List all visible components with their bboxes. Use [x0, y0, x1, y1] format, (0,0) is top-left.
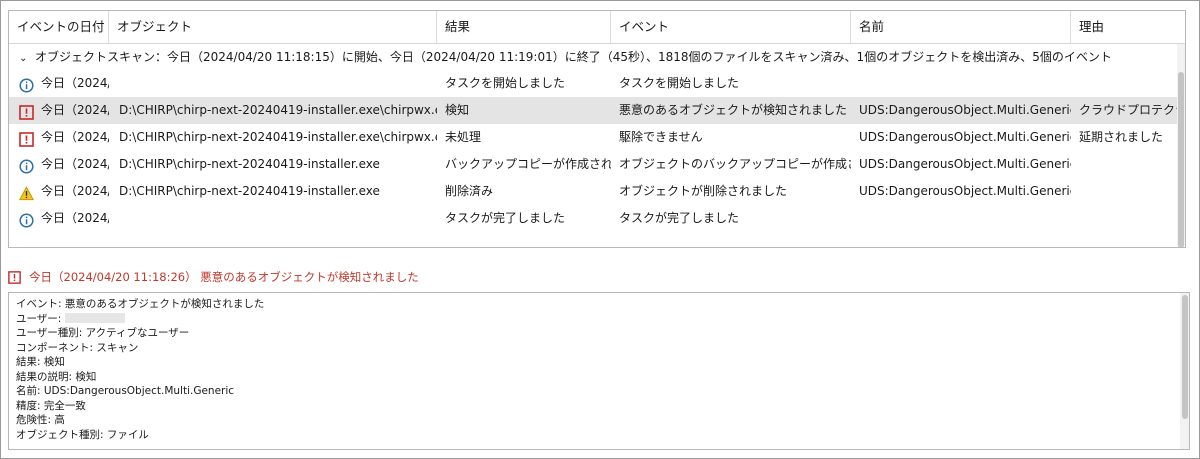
- alert-icon: [19, 130, 34, 147]
- grid-scrollbar-thumb[interactable]: [1178, 72, 1184, 247]
- cell-reason: [1079, 205, 1181, 232]
- cell-object: [119, 205, 437, 232]
- warning-icon: [18, 184, 35, 201]
- column-header-reason[interactable]: 理由: [1071, 11, 1185, 43]
- cell-event: 駆除できません: [619, 130, 703, 144]
- table-row[interactable]: 今日（2024/タスクを開始しました タスクを開始しました: [9, 70, 1181, 97]
- table-row[interactable]: 今日（2024/タスクが完了しました タスクが完了しました: [9, 205, 1181, 232]
- detail-scrollbar[interactable]: [1180, 293, 1189, 449]
- cell-object: D:\CHIRP\chirp-next-20240419-installer.e…: [119, 184, 380, 198]
- cell-reason: [1079, 151, 1181, 178]
- event-grid: イベントの日付🠕 オブジェクト 結果 イベント 名前 理由 ⌄オブジェクトスキャ…: [8, 10, 1186, 248]
- detail-line: 精度: 完全一致: [16, 399, 86, 412]
- detail-line: イベント: 悪意のあるオブジェクトが検知されました: [16, 298, 265, 310]
- cell-name: UDS:DangerousObject.Multi.Generic: [859, 184, 1071, 198]
- cell-result: 未処理: [445, 130, 482, 144]
- cell-event: 悪意のあるオブジェクトが検知されました: [619, 103, 848, 117]
- detail-line: ユーザー種別: アクティブなユーザー: [16, 327, 190, 339]
- detail-line: 結果: 検知: [16, 356, 65, 368]
- cell-name: UDS:DangerousObject.Multi.Generic: [859, 157, 1071, 171]
- detail-line: 危険性: 高: [16, 414, 65, 426]
- info-icon: [19, 76, 34, 93]
- cell-object: D:\CHIRP\chirp-next-20240419-installer.e…: [119, 157, 380, 171]
- table-row[interactable]: 今日（2024/D:\CHIRP\chirp-next-20240419-ins…: [9, 178, 1181, 205]
- grid-header: イベントの日付🠕 オブジェクト 結果 イベント 名前 理由: [9, 11, 1185, 44]
- cell-date: 今日（2024/: [41, 103, 109, 117]
- cell-event: オブジェクトのバックアップコピーが作成されました: [619, 157, 851, 171]
- cell-result: 検知: [445, 103, 470, 117]
- cell-date: 今日（2024/: [41, 157, 109, 171]
- cell-name: [859, 205, 1071, 232]
- event-detail-panel: イベント: 悪意のあるオブジェクトが検知されました ユーザー: ユーザー種別: アク…: [8, 292, 1190, 450]
- column-header-object[interactable]: オブジェクト: [109, 11, 437, 43]
- cell-result: バックアップコピーが作成されました: [445, 157, 611, 171]
- cell-reason: [1079, 70, 1181, 97]
- redacted-username: [65, 312, 126, 323]
- cell-date: 今日（2024/: [41, 184, 109, 198]
- cell-object: D:\CHIRP\chirp-next-20240419-installer.e…: [119, 103, 437, 117]
- grid-scrollbar[interactable]: [1177, 44, 1185, 247]
- cell-result: タスクを開始しました: [445, 76, 566, 90]
- column-header-result[interactable]: 結果: [437, 11, 611, 43]
- detail-line: 名前: UDS:DangerousObject.Multi.Generic: [16, 385, 235, 397]
- info-icon: [19, 157, 34, 174]
- cell-date: 今日（2024/: [41, 76, 109, 90]
- cell-object: [119, 70, 437, 97]
- detail-title: 今日（2024/04/20 11:18:26） 悪意のあるオブジェクトが検知され…: [8, 268, 419, 286]
- cell-date: 今日（2024/: [41, 211, 109, 225]
- cell-name: [859, 70, 1071, 97]
- cell-reason: クラウドプロテクション: [1079, 103, 1181, 117]
- detail-line: オブジェクト種別: ファイル: [16, 428, 149, 441]
- column-header-event[interactable]: イベント: [611, 11, 851, 43]
- detail-line: コンポーネント: スキャン: [16, 341, 139, 354]
- cell-event: タスクが完了しました: [619, 211, 740, 225]
- detail-line: 結果の説明: 検知: [16, 370, 97, 383]
- table-row[interactable]: 今日（2024/D:\CHIRP\chirp-next-20240419-ins…: [9, 124, 1181, 151]
- detail-scrollbar-thumb[interactable]: [1182, 295, 1188, 419]
- table-row[interactable]: 今日（2024/D:\CHIRP\chirp-next-20240419-ins…: [9, 151, 1181, 178]
- detail-line: ユーザー:: [16, 312, 126, 327]
- cell-event: タスクを開始しました: [619, 76, 740, 90]
- column-header-date[interactable]: イベントの日付🠕: [9, 11, 109, 43]
- cell-name: UDS:DangerousObject.Multi.Generic: [859, 130, 1071, 144]
- cell-name: UDS:DangerousObject.Multi.Generic: [859, 103, 1071, 117]
- info-icon: [19, 211, 34, 228]
- cell-reason: [1079, 178, 1181, 205]
- column-header-name[interactable]: 名前: [851, 11, 1071, 43]
- cell-reason: 延期されました: [1079, 130, 1164, 144]
- alert-icon: [19, 103, 34, 120]
- cell-event: オブジェクトが削除されました: [619, 184, 788, 198]
- chevron-down-icon[interactable]: ⌄: [19, 46, 29, 70]
- cell-result: 削除済み: [445, 184, 494, 198]
- table-row[interactable]: 今日（2024/D:\CHIRP\chirp-next-20240419-ins…: [9, 97, 1181, 124]
- cell-result: タスクが完了しました: [445, 211, 566, 225]
- alert-icon: [8, 271, 21, 284]
- group-row-object-scan[interactable]: ⌄ オブジェクトスキャン：今日（2024/04/20 11:18:15）に開始、今…: [9, 44, 1185, 70]
- cell-date: 今日（2024/: [41, 130, 109, 144]
- cell-object: D:\CHIRP\chirp-next-20240419-installer.e…: [119, 130, 437, 144]
